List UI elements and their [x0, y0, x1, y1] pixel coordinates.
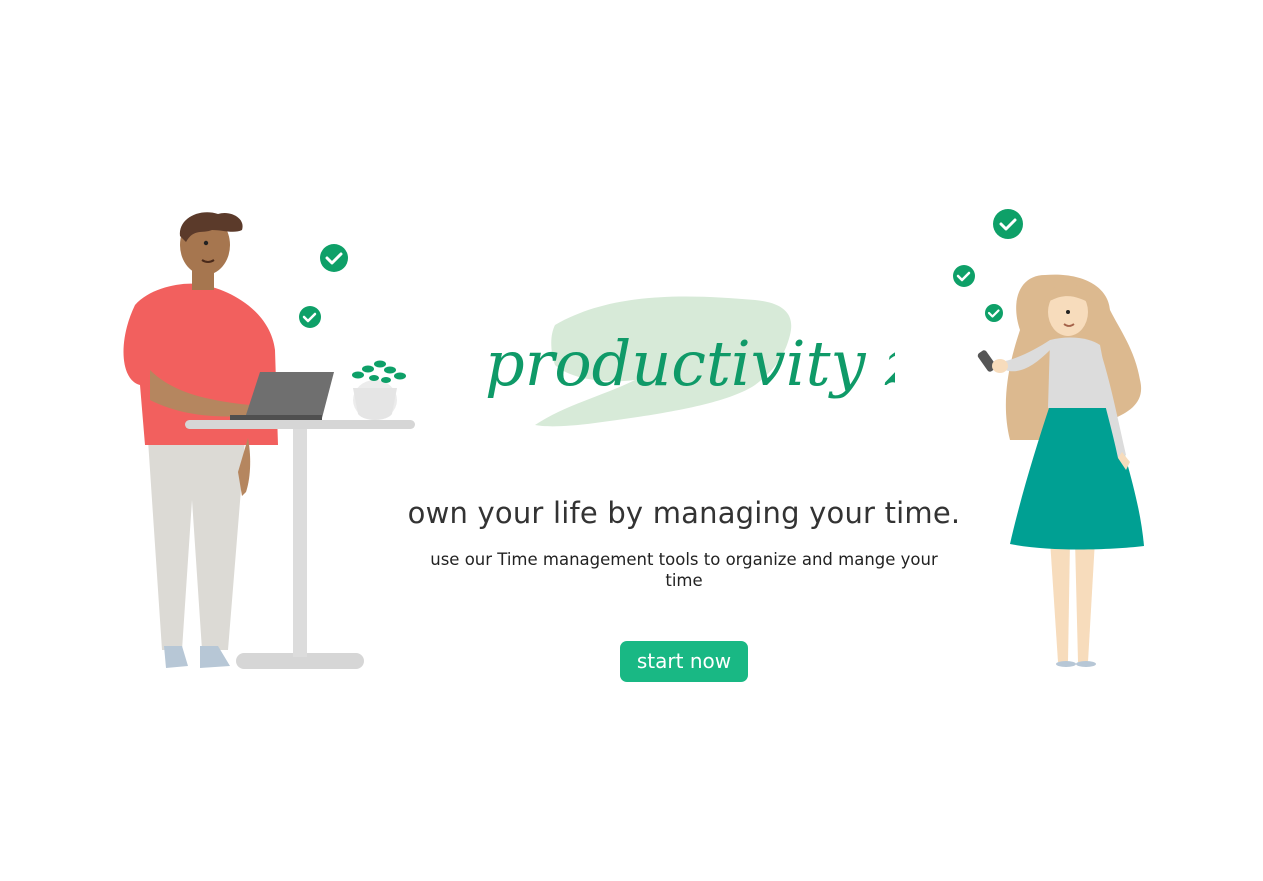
logo-text: productivity zone	[485, 327, 895, 400]
woman-with-phone-illustration	[940, 200, 1160, 680]
check-circle-icon	[320, 244, 348, 272]
check-circle-icon	[299, 306, 321, 328]
check-circle-icon	[953, 265, 975, 287]
man-at-desk-illustration	[110, 200, 430, 680]
start-now-button[interactable]: start now	[620, 641, 748, 682]
hero-headline: own your life by managing your time.	[407, 496, 961, 530]
check-circle-icon	[985, 304, 1003, 322]
hero-subtext: use our Time management tools to organiz…	[430, 550, 938, 590]
productivity-zone-logo: productivity zone	[455, 275, 895, 445]
check-circle-icon	[993, 209, 1023, 239]
